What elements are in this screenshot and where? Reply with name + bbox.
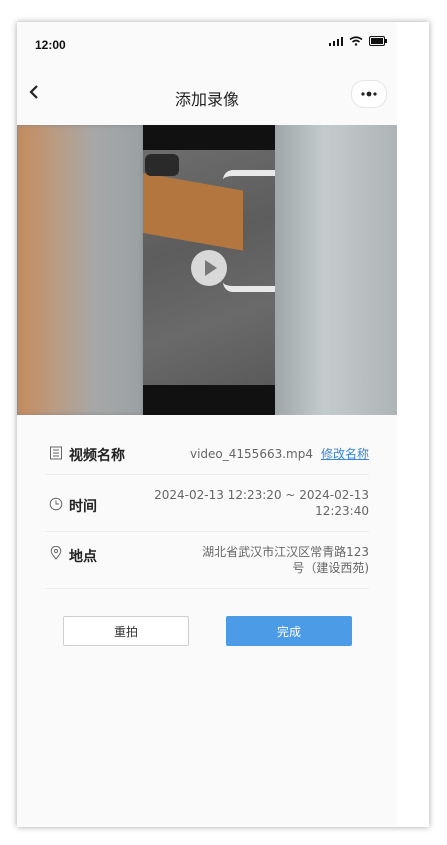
name-label: 视频名称 — [69, 448, 125, 464]
location-pin-icon — [50, 546, 62, 560]
document-icon — [50, 446, 62, 460]
video-blur-background-left — [17, 125, 143, 415]
page-title: 添加录像 — [174, 90, 239, 109]
video-thumbnail — [143, 150, 275, 385]
signal-icon — [329, 36, 343, 46]
wifi-icon — [349, 36, 363, 46]
location-value-line2: 号（建设西苑) — [292, 561, 369, 575]
battery-icon — [369, 36, 387, 46]
location-value: 湖北省武汉市江汉区常青路123 号（建设西苑) — [202, 544, 369, 576]
location-value-line1: 湖北省武汉市江汉区常青路123 — [202, 545, 369, 559]
status-bar: 12:00 — [17, 22, 397, 68]
more-dots-icon — [361, 91, 377, 97]
video-info-list: 视频名称 video_4155663.mp4 修改名称 时间 2024-02-13… — [45, 438, 369, 589]
location-label: 地点 — [69, 549, 97, 565]
time-value: 2024-02-13 12:23:20 ~ 2024-02-13 12:23:4… — [154, 487, 369, 519]
phone-screen: 12:00 添加录像 视频名称 video_4155663.mp4 修改名称 时… — [17, 22, 397, 827]
info-row-name: 视频名称 video_4155663.mp4 修改名称 — [45, 438, 369, 475]
retake-button[interactable]: 重拍 — [63, 616, 189, 646]
more-button[interactable] — [351, 80, 387, 108]
info-row-location: 地点 湖北省武汉市江汉区常青路123 号（建设西苑) — [45, 532, 369, 589]
device-frame: 12:00 添加录像 视频名称 video_4155663.mp4 修改名称 时… — [17, 22, 429, 827]
done-button[interactable]: 完成 — [226, 616, 352, 646]
status-time: 12:00 — [35, 38, 66, 52]
status-icons — [329, 36, 387, 46]
name-value-group: video_4155663.mp4 修改名称 — [190, 446, 369, 462]
video-filename: video_4155663.mp4 — [190, 447, 313, 461]
clock-icon — [49, 497, 63, 511]
time-label: 时间 — [69, 499, 97, 515]
info-row-time: 时间 2024-02-13 12:23:20 ~ 2024-02-13 12:2… — [45, 475, 369, 532]
rename-link[interactable]: 修改名称 — [321, 447, 369, 461]
time-value-line2: 12:23:40 — [315, 504, 369, 518]
video-player[interactable] — [143, 125, 275, 415]
video-preview — [17, 125, 397, 415]
nav-bar: 添加录像 — [17, 74, 397, 120]
time-value-line1: 2024-02-13 12:23:20 ~ 2024-02-13 — [154, 488, 369, 502]
play-icon[interactable] — [191, 250, 227, 286]
video-blur-background-right — [275, 125, 397, 415]
